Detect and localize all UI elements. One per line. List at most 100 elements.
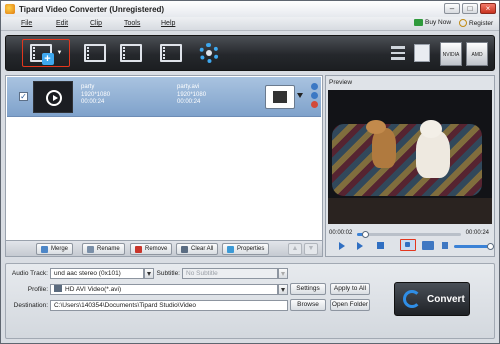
clip-button[interactable] [116,39,146,67]
properties-button[interactable]: Properties [222,243,270,255]
convert-icon [403,290,421,308]
clear-all-button[interactable]: Clear All [176,243,219,255]
close-button[interactable]: × [480,3,496,14]
snapshot-button[interactable] [400,239,416,251]
remove-button[interactable]: Remove [130,243,173,255]
menu-bar: File Edit Clip Tools Help Buy Now Regist… [1,17,499,31]
stop-icon [376,242,384,249]
audio-track-dropdown-icon[interactable] [144,268,154,279]
profile-select[interactable]: HD AVI Video(*.avi) [50,284,278,295]
file-list: ✓ party 1920*1080 00:00:24 party.avi 192… [5,75,323,241]
move-up-button[interactable]: ▲ [288,243,302,255]
buy-now-label: Buy Now [425,19,452,26]
menu-file[interactable]: File [21,20,32,27]
app-window: Tipard Video Converter (Unregistered) – … [0,0,500,344]
seek-handle[interactable] [362,231,370,238]
clear-all-label: Clear All [191,246,214,252]
settings-gear-icon [199,43,219,63]
seek-bar[interactable] [357,231,461,238]
preview-label: Preview [329,79,353,86]
video-frame-floor [328,198,492,224]
remove-item-icon[interactable] [311,101,318,108]
audio-track-label: Audio Track: [11,270,48,277]
volume-slider[interactable] [454,243,494,250]
step-forward-icon [357,241,363,250]
output-info: party.avi 1920*1080 00:00:24 [177,84,206,107]
destination-input[interactable]: C:\Users\140354\Documents\Tipard Studio\… [50,300,288,311]
file-checkbox[interactable]: ✓ [19,92,28,101]
rename-icon [87,245,94,253]
main-toolbar: + ▼ NVIDIA AMD [5,35,495,71]
subtitle-select[interactable]: No Subtitle [182,268,278,279]
add-file-button[interactable]: + ▼ [22,39,70,67]
source-resolution: 1920*1080 [81,91,111,98]
merge-label: Merge [51,246,69,252]
play-icon [46,90,62,106]
subtitle-label: Subtitle: [156,270,181,277]
menu-edit[interactable]: Edit [56,20,68,27]
amd-badge: AMD [466,42,488,66]
chevron-down-icon[interactable]: ▼ [57,50,63,56]
edit-button[interactable] [80,39,110,67]
convert-label: Convert [427,293,465,305]
clip-icon [120,44,142,62]
video-frame-dog-brown [366,120,396,168]
buy-now-link[interactable]: Buy Now [414,19,451,26]
remove-label: Remove [145,246,168,252]
profile-label: Profile: [27,286,48,293]
output-duration: 00:00:24 [177,99,201,105]
list-action-bar: Merge Rename Remove Clear All Properties… [5,241,323,257]
menu-help[interactable]: Help [161,20,175,27]
audio-track-select[interactable]: und aac stereo (0x101) [50,268,144,279]
apply-to-all-button[interactable]: Apply to All [330,283,370,295]
register-label: Register [469,19,494,27]
3d-button[interactable] [156,39,186,67]
register-link[interactable]: Register [459,19,493,27]
app-logo-icon [5,4,15,14]
menu-tools[interactable]: Tools [124,20,140,27]
nvidia-badge: NVIDIA [440,42,462,66]
preferences-button[interactable] [194,39,224,67]
stop-button[interactable] [374,240,386,251]
profile-dropdown-icon[interactable] [278,284,288,295]
destination-label: Destination: [13,302,48,309]
source-info: party 1920*1080 00:00:24 [81,84,110,107]
rename-button[interactable]: Rename [82,243,125,255]
remove-icon [135,245,142,253]
step-forward-button[interactable] [354,240,366,251]
merge-button[interactable]: Merge [36,243,74,255]
volume-handle[interactable] [487,243,494,250]
video-thumbnail[interactable] [33,81,73,113]
browse-button[interactable]: Browse [290,299,326,311]
minimize-button[interactable]: – [444,3,460,14]
detail-view-icon[interactable] [414,44,430,62]
merge-icon [41,245,48,253]
open-folder-button[interactable]: Open Folder [330,299,370,311]
maximize-button[interactable]: □ [462,3,478,14]
list-view-icon[interactable] [391,46,405,60]
key-icon [459,19,467,27]
title-bar: Tipard Video Converter (Unregistered) – … [1,1,499,17]
edit-item-icon[interactable] [311,92,318,99]
convert-button[interactable]: Convert [394,282,470,316]
source-duration: 00:00:24 [81,99,105,105]
preview-panel: Preview 00:00:02 00:00:24 [325,75,495,257]
cart-icon [414,19,423,26]
menu-clip[interactable]: Clip [90,20,102,27]
properties-icon [227,245,234,253]
list-item[interactable]: ✓ party 1920*1080 00:00:24 party.avi 192… [7,77,321,117]
format-dropdown-arrow-icon[interactable] [297,93,303,98]
edit-icon [84,44,106,62]
snapshot-folder-icon[interactable] [422,241,434,250]
move-down-button[interactable]: ▼ [304,243,318,255]
hd-video-icon [54,285,62,292]
settings-button[interactable]: Settings [290,283,326,295]
speaker-icon[interactable] [442,242,448,249]
output-format-button[interactable] [265,85,295,109]
play-button[interactable] [336,240,348,251]
rename-label: Rename [97,246,120,252]
profile-value: HD AVI Video(*.avi) [65,286,122,293]
output-name[interactable]: party.avi [177,84,206,92]
info-icon[interactable] [311,83,318,90]
subtitle-dropdown-icon[interactable] [278,268,288,279]
